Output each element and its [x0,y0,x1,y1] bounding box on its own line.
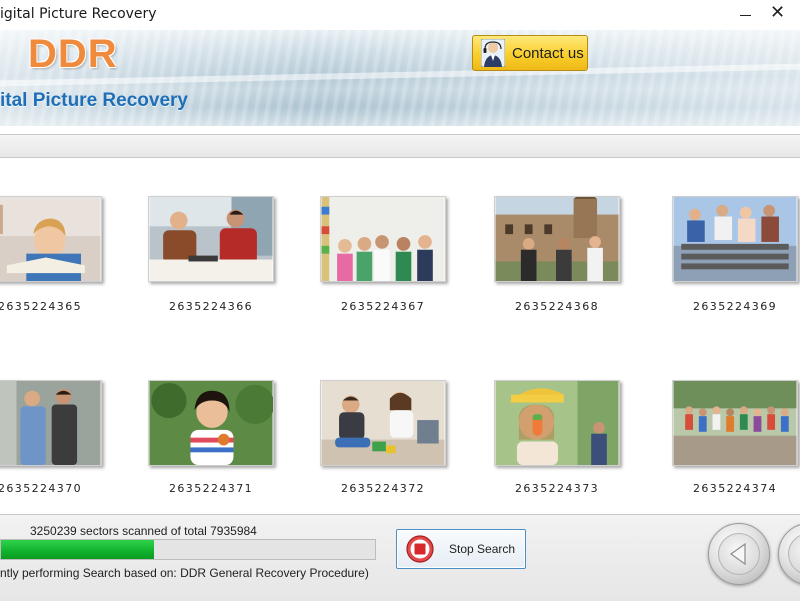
photo-smiling-girl [149,381,273,465]
scan-progress-bar [0,539,376,560]
photo-girl-ice-cream [495,381,619,465]
photo-caption: 2635224365 [0,300,82,313]
photo-thumbnail[interactable] [494,196,620,282]
photo-caption: 2635224369 [693,300,777,313]
contact-us-label: Contact us [512,44,584,62]
photo-group-of-kids [321,197,445,281]
back-arrow-icon [729,542,746,566]
title-bar: igital Picture Recovery ✕ [0,0,800,30]
photo-caption: 2635224374 [693,482,777,495]
photo-friends-bench [673,197,797,281]
contact-us-button[interactable]: Contact us [472,35,588,71]
photo-two-men [0,381,101,465]
photo-thumbnail[interactable] [320,196,446,282]
procedure-text: ntly performing Search based on: DDR Gen… [0,566,369,580]
next-button[interactable] [778,523,800,585]
person-icon [481,39,505,67]
photo-runners-street [673,381,797,465]
minimize-icon[interactable] [736,4,756,24]
photo-thumbnail[interactable] [672,380,798,466]
stop-search-label: Stop Search [449,542,516,556]
photo-child-reading [0,197,101,281]
photo-caption: 2635224366 [169,300,253,313]
photo-caption: 2635224371 [169,482,253,495]
scan-progress-fill [1,540,155,559]
window-title: igital Picture Recovery [0,6,157,22]
status-panel: 3250239 sectors scanned of total 7935984… [0,514,800,601]
ddr-logo: DDR [28,32,118,76]
forward-arrow-icon [779,524,800,584]
toolbar-strip [0,134,800,158]
photo-people-building [495,197,619,281]
header-banner: DDR ital Picture Recovery Contact us [0,30,800,126]
banner-decoration [0,63,800,87]
photo-caption: 2635224367 [341,300,425,313]
photo-thumbnail[interactable] [494,380,620,466]
back-button[interactable] [708,523,770,585]
photo-thumbnail[interactable] [148,380,274,466]
photo-children-playing [321,381,445,465]
product-name: ital Picture Recovery [0,90,188,111]
photo-caption: 2635224368 [515,300,599,313]
photo-men-talking [149,197,273,281]
photo-thumbnail[interactable] [672,196,798,282]
photo-thumbnail[interactable] [148,196,274,282]
photo-thumbnail[interactable] [0,196,102,282]
stop-search-button[interactable]: Stop Search [396,529,526,569]
photo-caption: 2635224373 [515,482,599,495]
stop-icon [406,535,434,563]
photo-caption: 2635224372 [341,482,425,495]
photo-caption: 2635224370 [0,482,82,495]
recovered-pictures-grid: 2635224365 2635224366 2635224367 2635224… [0,162,800,512]
photo-thumbnail[interactable] [0,380,102,466]
photo-thumbnail[interactable] [320,380,446,466]
close-icon[interactable]: ✕ [770,3,785,23]
sectors-scanned-text: 3250239 sectors scanned of total 7935984 [30,524,257,538]
